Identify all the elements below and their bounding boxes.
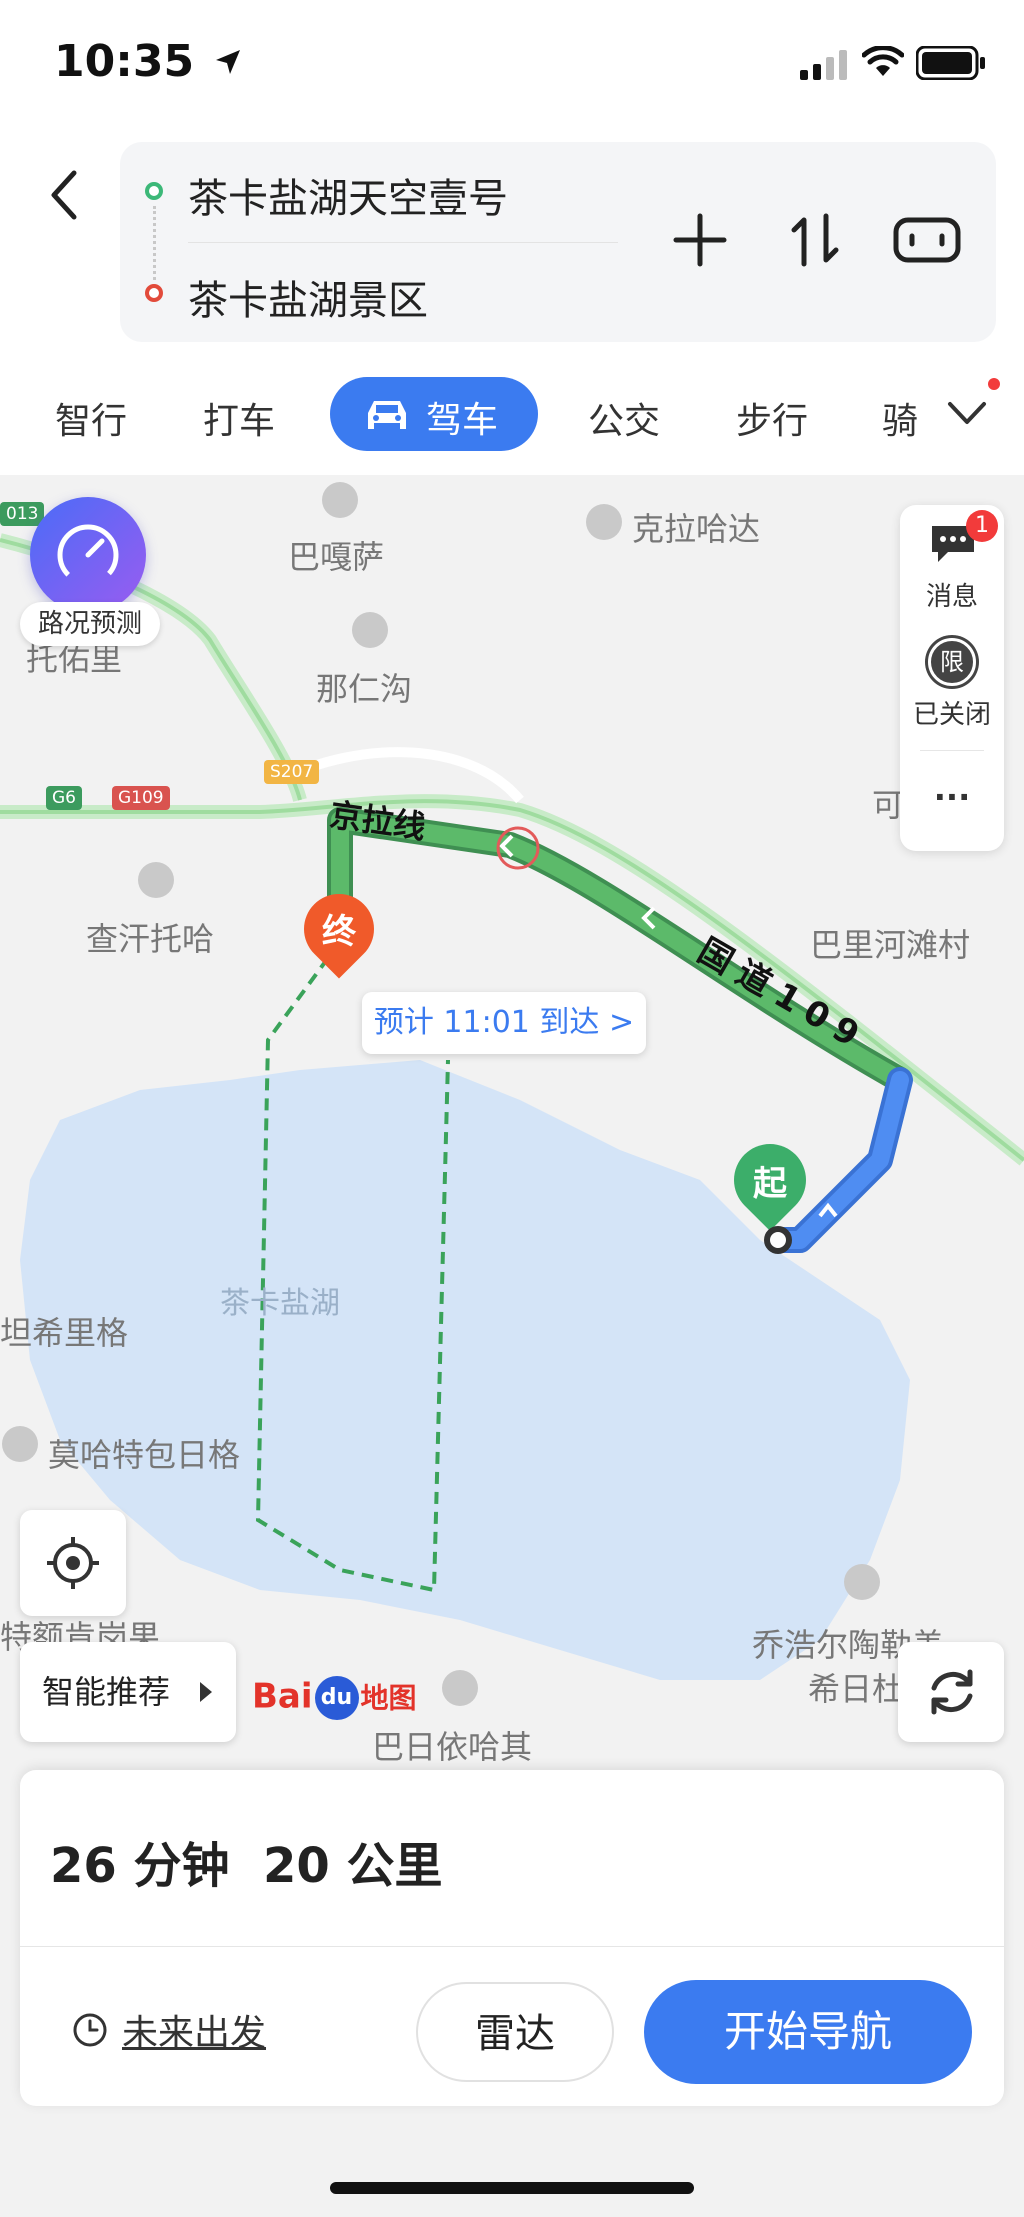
tab-taxi[interactable]: 打车 xyxy=(203,392,275,444)
smart-recommend-button[interactable]: 智能推荐 xyxy=(20,1642,236,1742)
logo-suffix: 地图 xyxy=(360,1681,417,1715)
route-connector xyxy=(153,206,159,280)
eta-bubble[interactable]: 预计 11:01 到达 > xyxy=(362,992,646,1054)
chevron-down-icon[interactable] xyxy=(944,392,990,432)
road-shield-g109: G109 xyxy=(112,786,170,810)
baidu-logo: Bai du 地图 xyxy=(252,1676,417,1720)
location-arrow-icon xyxy=(216,50,240,74)
chevron-left-icon[interactable] xyxy=(40,165,90,225)
end-marker-label: 终 xyxy=(322,912,356,952)
locate-button[interactable] xyxy=(20,1510,126,1616)
traffic-predict-button[interactable] xyxy=(30,497,146,613)
place-label: 巴里河滩村 xyxy=(810,926,971,964)
tab-bus[interactable]: 公交 xyxy=(588,392,660,444)
crosshair-icon xyxy=(47,1537,99,1589)
vr-goggles-icon[interactable] xyxy=(892,210,962,270)
route-summary[interactable]: 26 分钟 20 公里 xyxy=(50,1826,442,1896)
divider xyxy=(20,1946,1004,1947)
refresh-button[interactable] xyxy=(898,1642,1004,1742)
start-point xyxy=(764,1226,792,1254)
more-options[interactable]: ··· xyxy=(900,778,1004,816)
message-badge: 1 xyxy=(966,510,998,542)
clock-icon xyxy=(73,2013,107,2047)
place-label: 巴日依哈其 xyxy=(372,1728,533,1766)
paw-icon: du xyxy=(314,1676,359,1720)
messages-label[interactable]: 消息 xyxy=(900,576,1004,613)
place-label: 莫哈特包日格 xyxy=(48,1436,241,1474)
car-icon xyxy=(368,401,406,429)
restriction-icon[interactable]: 限 xyxy=(928,638,976,686)
tab-bike[interactable]: 骑 xyxy=(882,392,918,444)
end-location-field[interactable]: 茶卡盐湖景区 xyxy=(188,268,428,326)
place-label: 希日杜 xyxy=(808,1670,905,1708)
road-shield-g6: G6 xyxy=(46,786,82,810)
place-label: 巴嘎萨 xyxy=(288,538,385,576)
battery-icon xyxy=(916,46,985,80)
speedometer-icon xyxy=(57,524,119,586)
logo-text: Bai xyxy=(252,1676,313,1717)
end-dot-icon xyxy=(145,284,163,302)
place-label: 克拉哈达 xyxy=(632,510,761,548)
triangle-right-icon xyxy=(200,1682,212,1702)
start-marker-label: 起 xyxy=(753,1164,787,1204)
wifi-icon xyxy=(862,46,904,76)
refresh-icon xyxy=(931,1669,973,1715)
divider xyxy=(920,750,984,751)
home-indicator[interactable] xyxy=(330,2182,694,2194)
start-location-field[interactable]: 茶卡盐湖天空壹号 xyxy=(188,166,508,224)
place-label: 坦希里格 xyxy=(0,1314,129,1352)
traffic-predict-label[interactable]: 路况预测 xyxy=(20,602,160,646)
divider xyxy=(188,242,618,243)
signal-icon xyxy=(800,50,847,80)
status-time: 10:35 xyxy=(54,36,195,87)
plus-icon[interactable] xyxy=(672,212,728,268)
lake-label: 茶卡盐湖 xyxy=(220,1286,340,1321)
tab-drive-label: 驾车 xyxy=(426,400,499,441)
place-label: 那仁沟 xyxy=(316,670,413,708)
tab-drive[interactable]: 驾车 xyxy=(330,377,538,451)
radar-button[interactable]: 雷达 xyxy=(416,1982,614,2082)
notification-dot xyxy=(988,378,1000,390)
start-dot-icon xyxy=(145,182,163,200)
route-distance: 20 公里 xyxy=(262,1838,443,1894)
swap-icon[interactable] xyxy=(790,210,840,270)
road-shield-013: 013 xyxy=(0,502,45,526)
route-duration: 26 分钟 xyxy=(50,1838,230,1894)
smart-recommend-label: 智能推荐 xyxy=(42,1673,171,1711)
road-shield-s207: S207 xyxy=(264,760,320,784)
future-departure-link[interactable]: 未来出发 xyxy=(122,2004,266,2056)
place-label: 查汗托哈 xyxy=(86,920,215,958)
restriction-label[interactable]: 已关闭 xyxy=(900,694,1004,731)
tab-walk[interactable]: 步行 xyxy=(736,392,808,444)
start-navigation-button[interactable]: 开始导航 xyxy=(644,1980,972,2084)
tab-smart[interactable]: 智行 xyxy=(55,392,127,444)
